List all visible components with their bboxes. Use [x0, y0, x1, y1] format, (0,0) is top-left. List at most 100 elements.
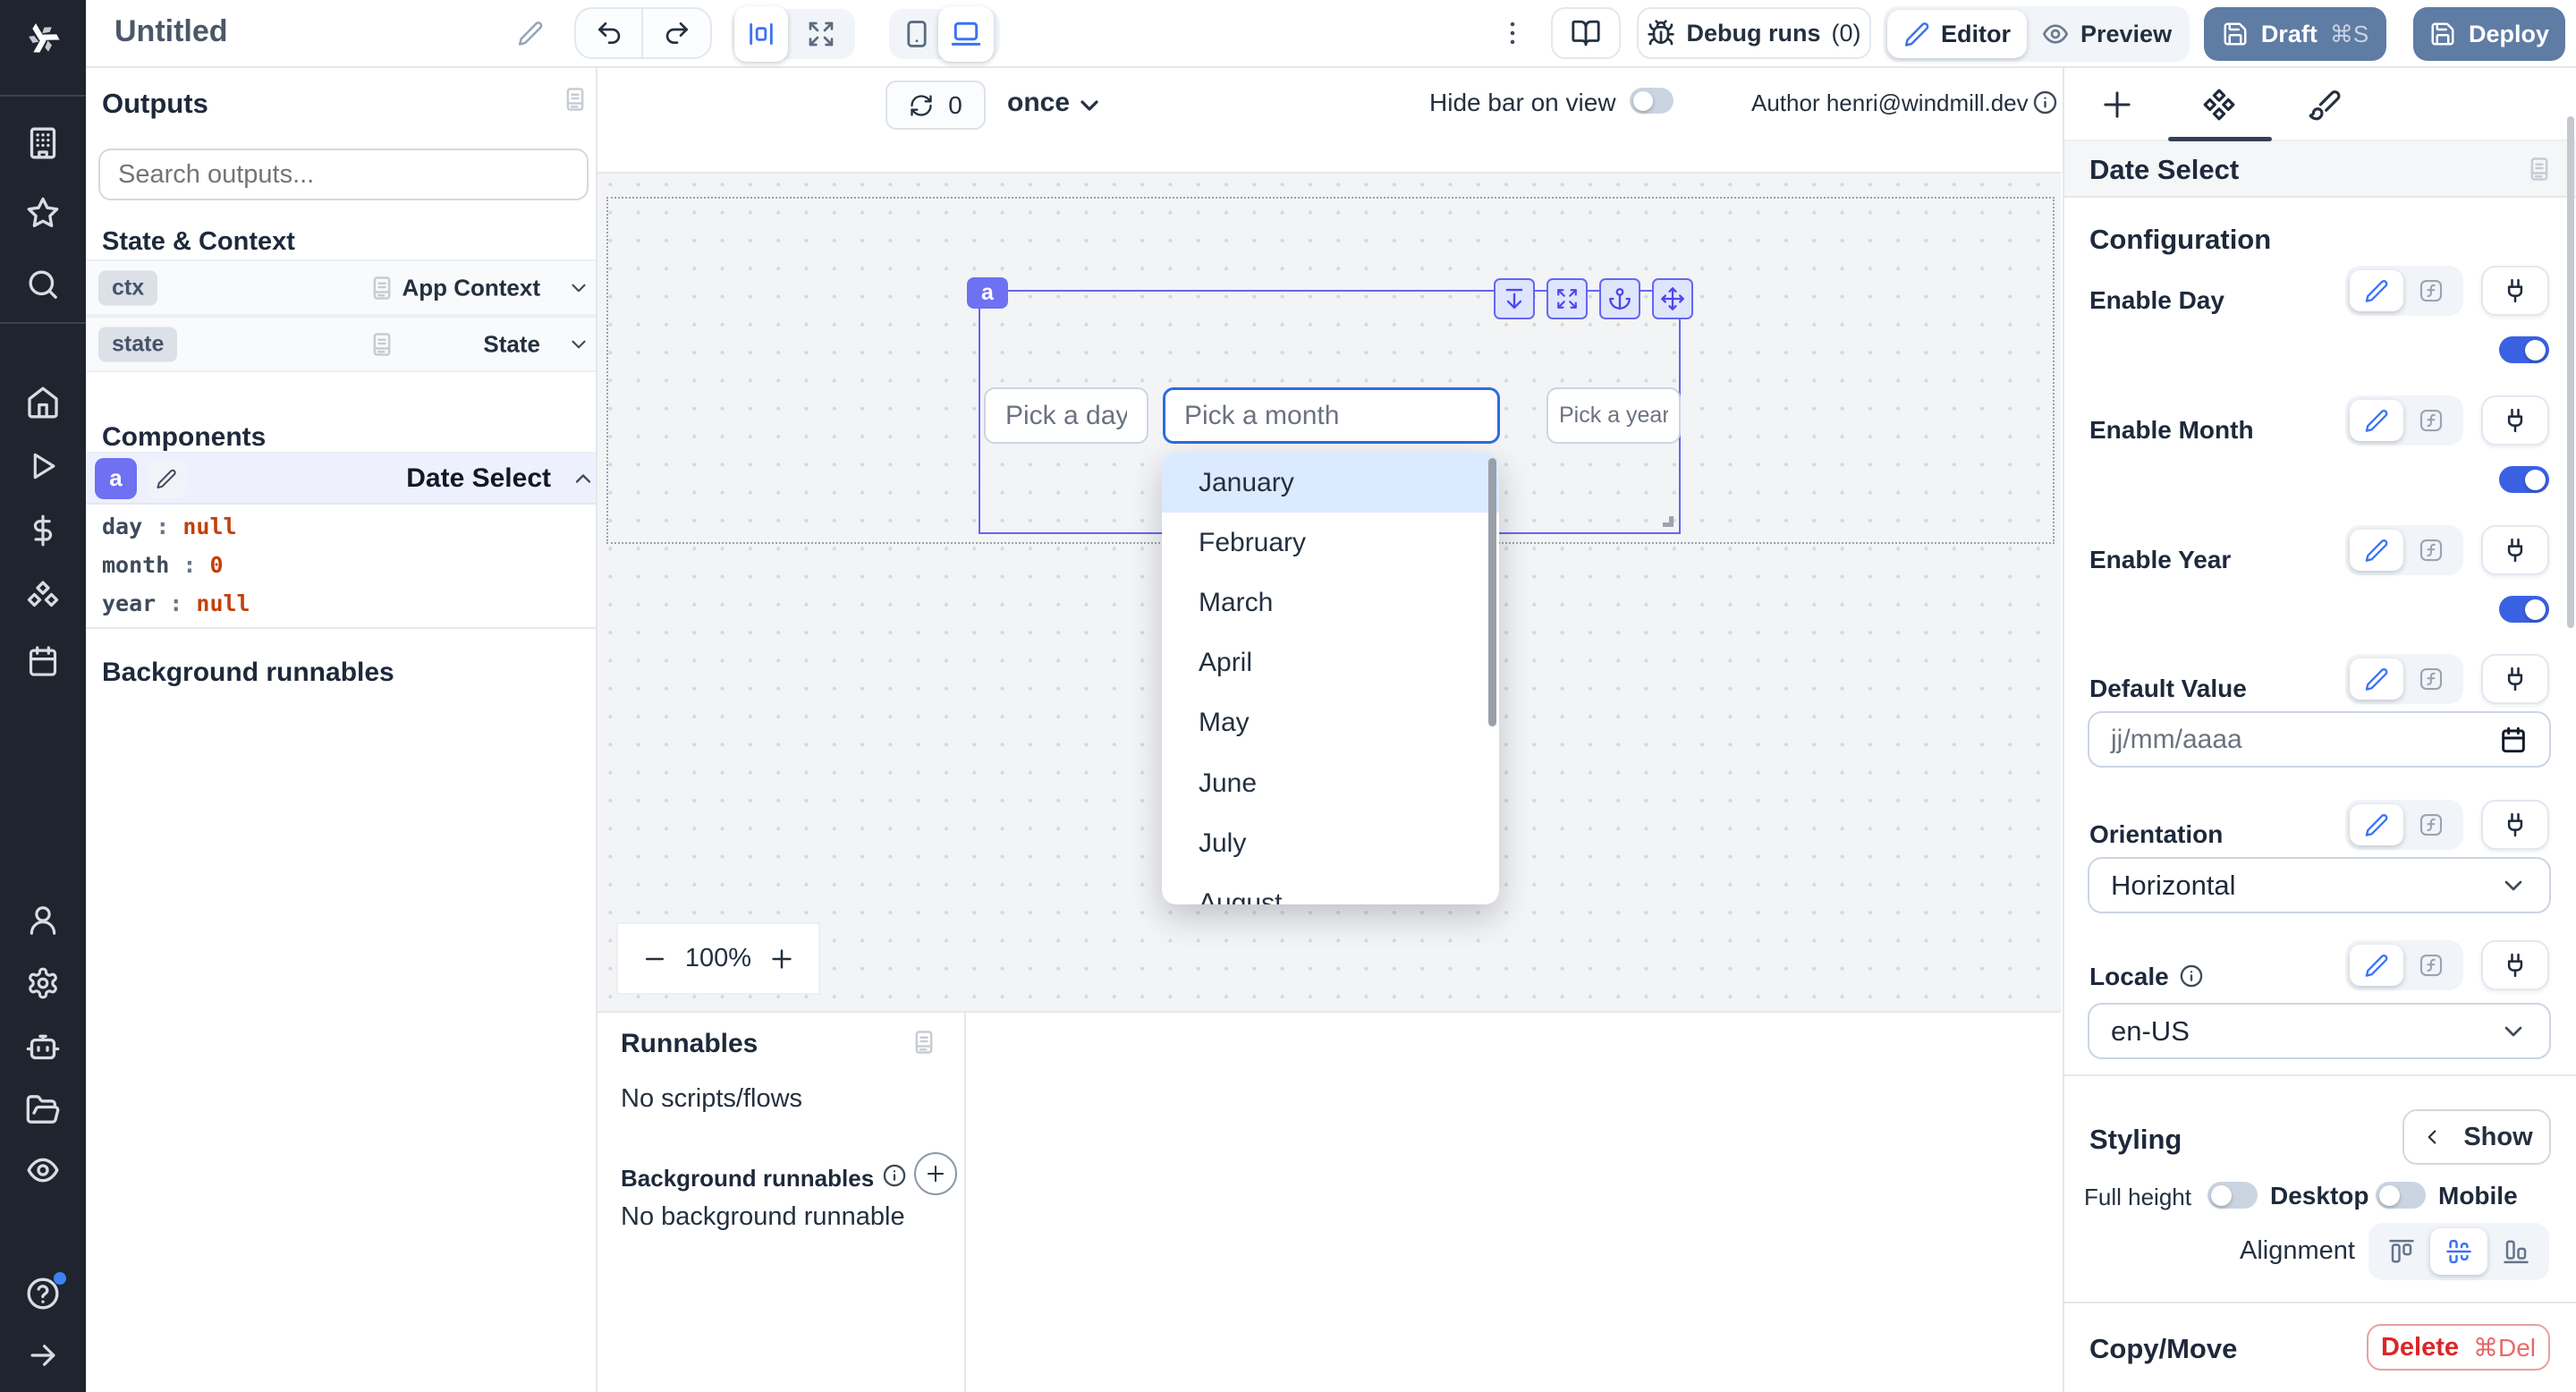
rename-app-icon[interactable]	[517, 20, 544, 47]
month-option[interactable]: July	[1162, 813, 1499, 873]
favorites-icon[interactable]	[25, 195, 61, 231]
component-rename-button[interactable]	[147, 459, 186, 498]
settings-icon[interactable]	[26, 966, 60, 1000]
fullscreen-component-button[interactable]	[1546, 278, 1588, 319]
user-icon[interactable]	[26, 904, 60, 938]
workspace-icon[interactable]	[25, 125, 61, 161]
desktop-view-button[interactable]	[938, 6, 994, 62]
align-bottom-button[interactable]	[2487, 1228, 2545, 1275]
draft-button[interactable]: Draft ⌘S	[2204, 7, 2386, 61]
rail-item[interactable]	[0, 580, 86, 615]
rail-item[interactable]	[0, 514, 86, 547]
enable-month-static-button[interactable]	[2350, 400, 2403, 441]
schedule-chevron-icon[interactable]	[1075, 91, 1104, 120]
delete-button[interactable]: Delete ⌘Del	[2367, 1324, 2550, 1371]
hide-bar-toggle[interactable]	[1630, 88, 1674, 114]
orientation-static-button[interactable]	[2350, 804, 2403, 845]
rail-item[interactable]	[0, 644, 86, 678]
refresh-button[interactable]: 0	[886, 81, 986, 130]
preview-tab[interactable]: Preview	[2027, 10, 2186, 58]
ctx-row[interactable]: ctx App Context	[86, 259, 596, 316]
month-option[interactable]: April	[1162, 633, 1499, 693]
collapse-rail-icon[interactable]	[26, 1338, 60, 1372]
state-log-icon[interactable]	[369, 331, 395, 358]
anchor-component-button[interactable]	[1599, 278, 1640, 319]
resize-handle[interactable]	[1663, 516, 1674, 527]
locale-static-button[interactable]	[2350, 945, 2403, 986]
enable-day-js-button[interactable]	[2403, 270, 2459, 311]
app-canvas[interactable]: a January February March April May	[597, 174, 2061, 1011]
orientation-js-button[interactable]	[2403, 804, 2459, 845]
component-output-row[interactable]: a Date Select	[86, 452, 596, 505]
enable-month-toggle[interactable]	[2499, 466, 2549, 493]
expand-component-button[interactable]	[1494, 278, 1535, 319]
workers-icon[interactable]	[25, 1029, 61, 1065]
ctx-log-icon[interactable]	[369, 275, 395, 301]
orientation-select[interactable]: Horizontal	[2088, 857, 2551, 913]
panel-scrollbar[interactable]	[2567, 116, 2574, 628]
month-option[interactable]: May	[1162, 693, 1499, 753]
outputs-log-icon[interactable]	[562, 86, 589, 113]
month-option[interactable]: January	[1162, 453, 1499, 513]
enable-year-static-button[interactable]	[2350, 530, 2403, 571]
search-outputs-input[interactable]	[98, 149, 589, 200]
expand-layout-icon[interactable]	[807, 20, 835, 48]
full-height-toggle[interactable]	[2207, 1182, 2258, 1209]
year-input[interactable]	[1546, 387, 1681, 444]
component-doc-icon[interactable]	[2526, 156, 2553, 182]
component-handle[interactable]: a	[967, 277, 1008, 309]
rail-item[interactable]	[0, 1338, 86, 1372]
orientation-connect-button[interactable]	[2481, 800, 2549, 850]
month-option[interactable]: August	[1162, 873, 1499, 904]
default-value-input[interactable]: jj/mm/aaaa	[2088, 711, 2551, 768]
locale-js-button[interactable]	[2403, 945, 2459, 986]
search-icon[interactable]	[25, 267, 61, 302]
locale-select[interactable]: en-US	[2088, 1003, 2551, 1059]
rail-item[interactable]	[0, 1152, 86, 1188]
move-component-button[interactable]	[1652, 278, 1693, 319]
insert-component-tab-icon[interactable]	[2098, 86, 2136, 123]
runnables-log-icon[interactable]	[911, 1029, 937, 1056]
undo-button[interactable]	[576, 9, 643, 57]
default-value-static-button[interactable]	[2350, 658, 2403, 700]
rail-item[interactable]	[0, 1276, 86, 1311]
locale-connect-button[interactable]	[2481, 940, 2549, 990]
enable-day-connect-button[interactable]	[2481, 266, 2549, 316]
align-center-button[interactable]	[2430, 1228, 2487, 1275]
bg-runnables-info-icon[interactable]	[882, 1163, 907, 1188]
component-collapse-icon[interactable]	[571, 466, 596, 491]
state-chevron-icon[interactable]	[567, 333, 590, 356]
more-menu-icon[interactable]	[1497, 18, 1528, 48]
docs-button[interactable]	[1551, 7, 1621, 59]
center-layout-button[interactable]	[734, 6, 788, 62]
schedules-icon[interactable]	[26, 644, 60, 678]
enable-year-js-button[interactable]	[2403, 530, 2459, 571]
month-option[interactable]: February	[1162, 513, 1499, 573]
home-icon[interactable]	[25, 385, 61, 420]
rail-item[interactable]	[0, 195, 86, 231]
mobile-icon[interactable]	[902, 19, 932, 49]
align-top-button[interactable]	[2373, 1228, 2430, 1275]
state-row[interactable]: state State	[86, 316, 596, 372]
default-value-connect-button[interactable]	[2481, 654, 2549, 704]
variables-icon[interactable]	[26, 514, 60, 547]
rail-item[interactable]	[0, 267, 86, 302]
enable-month-js-button[interactable]	[2403, 400, 2459, 441]
rail-item[interactable]	[0, 449, 86, 483]
dropdown-scrollbar[interactable]	[1488, 458, 1496, 726]
default-value-js-button[interactable]	[2403, 658, 2459, 700]
date-picker-icon[interactable]	[2499, 726, 2528, 754]
rail-item[interactable]	[0, 125, 86, 161]
rail-item[interactable]	[0, 385, 86, 420]
schedule-mode-label[interactable]: once	[1007, 88, 1070, 118]
add-bg-runnable-button[interactable]	[914, 1152, 957, 1195]
enable-month-connect-button[interactable]	[2481, 395, 2549, 446]
enable-year-toggle[interactable]	[2499, 596, 2549, 623]
locale-info-icon[interactable]	[2179, 963, 2204, 989]
component-settings-tab-icon[interactable]	[2202, 88, 2236, 122]
resources-icon[interactable]	[25, 580, 61, 615]
windmill-logo[interactable]	[0, 13, 86, 64]
desktop-mobile-toggle[interactable]	[2376, 1182, 2426, 1209]
editor-tab[interactable]: Editor	[1887, 10, 2027, 58]
enable-year-connect-button[interactable]	[2481, 525, 2549, 575]
